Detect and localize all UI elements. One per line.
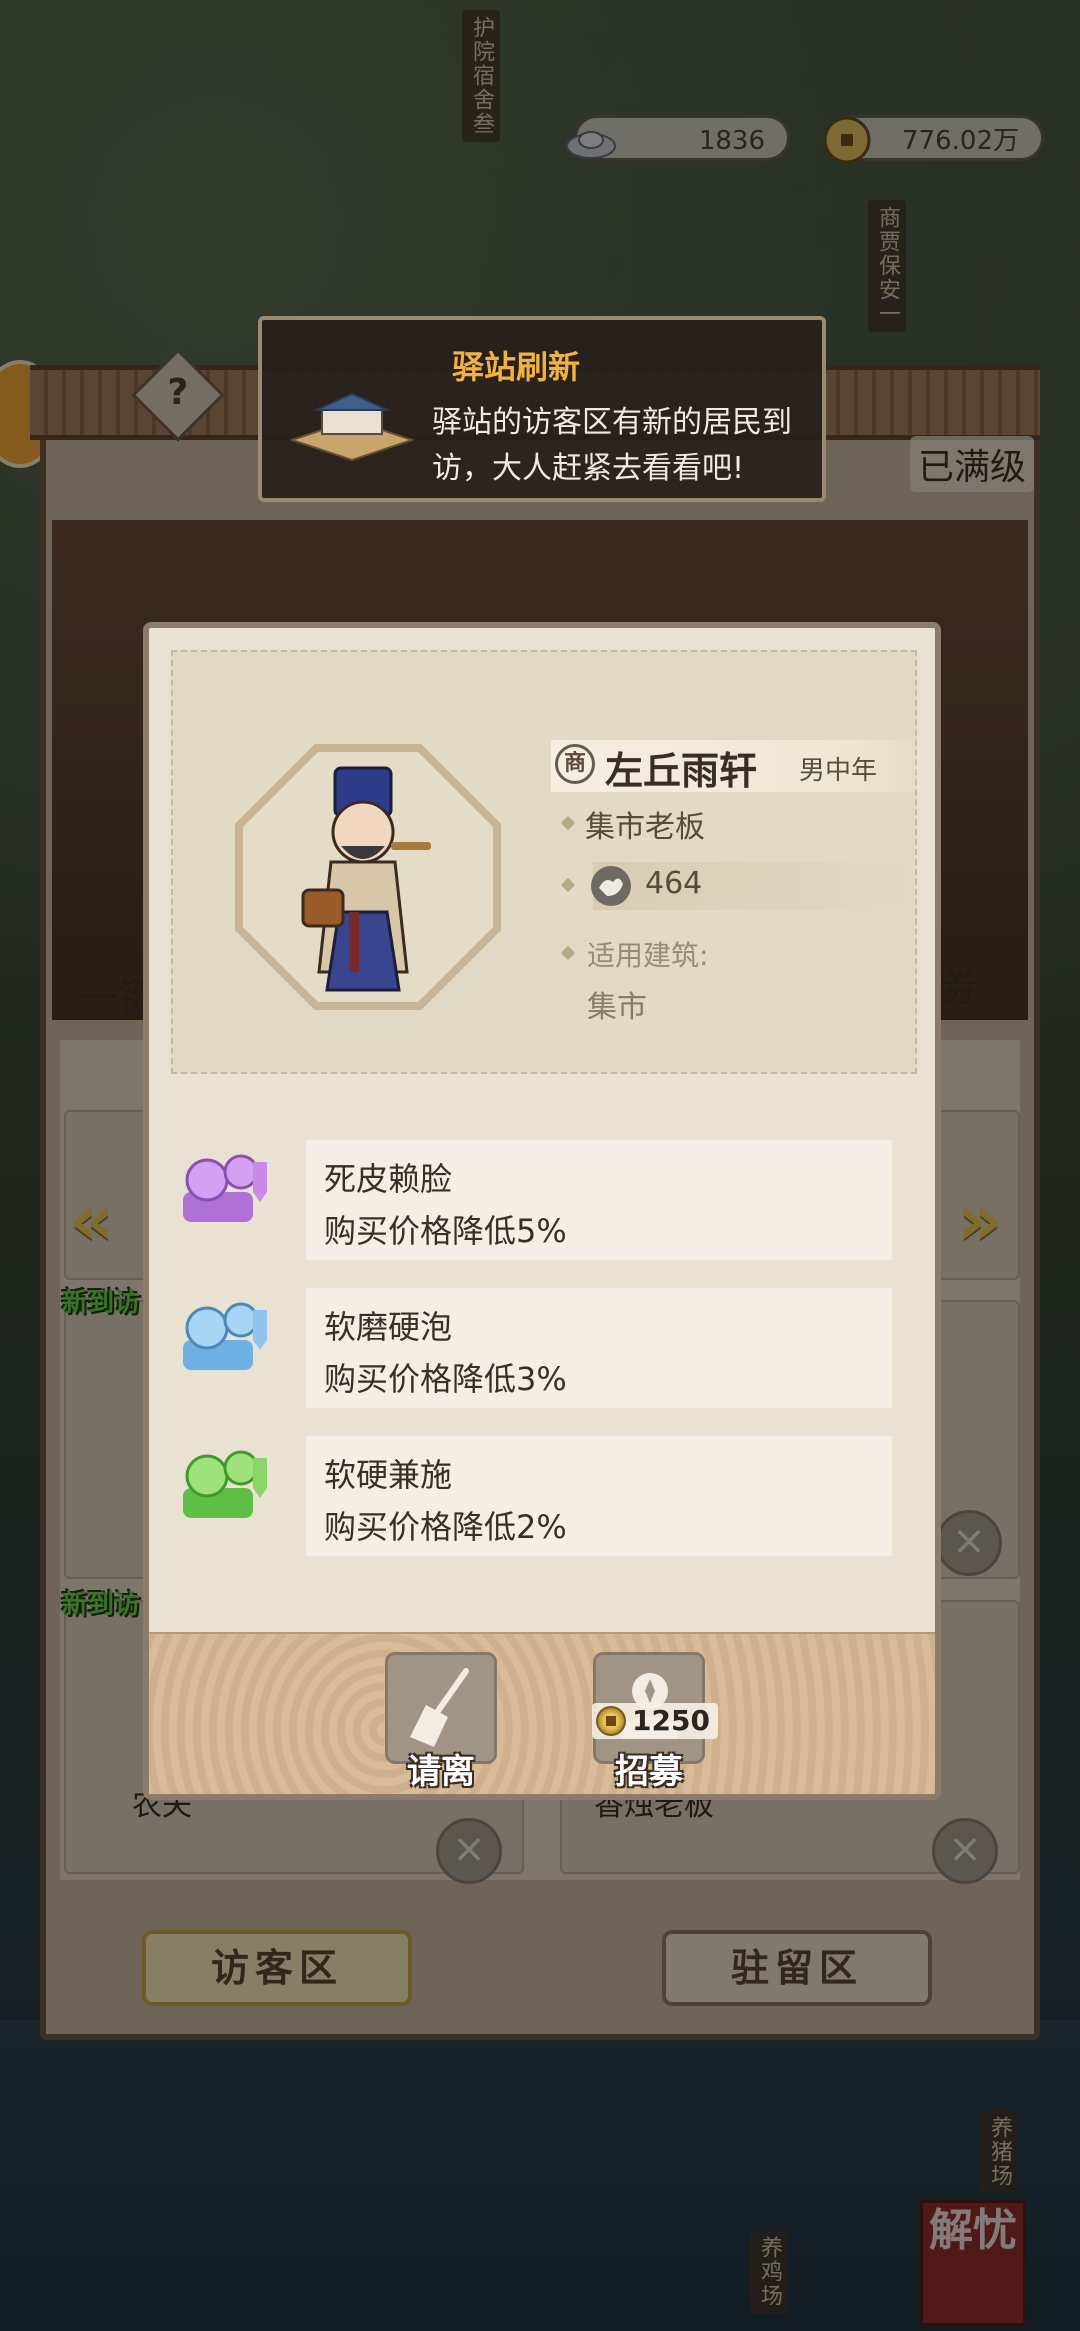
coin-icon — [596, 1706, 626, 1736]
merchant-seal-icon: 商 — [555, 744, 595, 784]
bullet-icon — [560, 815, 576, 831]
visitor-detail-dialog: 商 左丘雨轩 男中年 集市老板 464 适用建筑: 集市 死皮赖脸 购买价格降低… — [143, 622, 941, 1800]
visitor-occupation: 集市老板 — [585, 810, 705, 845]
character-portrait — [301, 766, 431, 992]
refresh-notification[interactable]: 驿站刷新 驿站的访客区有新的居民到访，大人赶紧去看看吧! — [258, 316, 826, 502]
building-label: 适用建筑: — [587, 939, 709, 972]
trait-card: 死皮赖脸 购买价格降低5% — [306, 1140, 892, 1260]
notification-title: 驿站刷新 — [452, 348, 581, 386]
bullet-icon — [560, 877, 576, 893]
trait-name: 软磨硬泡 — [324, 1308, 453, 1346]
bullet-icon — [560, 945, 576, 961]
recruit-cost: 1250 — [592, 1703, 718, 1739]
visitor-info-card: 商 左丘雨轩 男中年 集市老板 464 适用建筑: 集市 — [171, 650, 925, 1074]
trait-green-icon — [183, 1450, 267, 1518]
visitor-gender-age: 男中年 — [799, 756, 878, 786]
trait-description: 购买价格降低2% — [324, 1508, 567, 1546]
trait-card: 软磨硬泡 购买价格降低3% — [306, 1288, 892, 1408]
strength-icon — [591, 866, 631, 906]
dismiss-label[interactable]: 请离 — [371, 1744, 511, 1793]
notification-text: 驿站的访客区有新的居民到访，大人赶紧去看看吧! — [432, 405, 792, 486]
post-station-icon — [288, 392, 416, 462]
trait-card: 软硬兼施 购买价格降低2% — [306, 1436, 892, 1556]
visitor-power: 464 — [645, 866, 703, 901]
trait-description: 购买价格降低5% — [324, 1212, 567, 1250]
visitor-name: 左丘雨轩 — [605, 749, 758, 793]
action-bar: 请离 招募 — [149, 1632, 935, 1794]
recruit-label[interactable]: 招募 — [579, 1744, 719, 1793]
building-value: 集市 — [587, 990, 647, 1025]
trait-description: 购买价格降低3% — [324, 1360, 567, 1398]
recruit-cost-value: 1250 — [632, 1704, 710, 1737]
trait-name: 死皮赖脸 — [324, 1160, 453, 1198]
broom-icon — [410, 1668, 469, 1747]
trait-blue-icon — [183, 1302, 267, 1370]
trait-purple-icon — [183, 1154, 267, 1222]
power-bar — [593, 862, 923, 910]
trait-name: 软硬兼施 — [324, 1456, 453, 1494]
